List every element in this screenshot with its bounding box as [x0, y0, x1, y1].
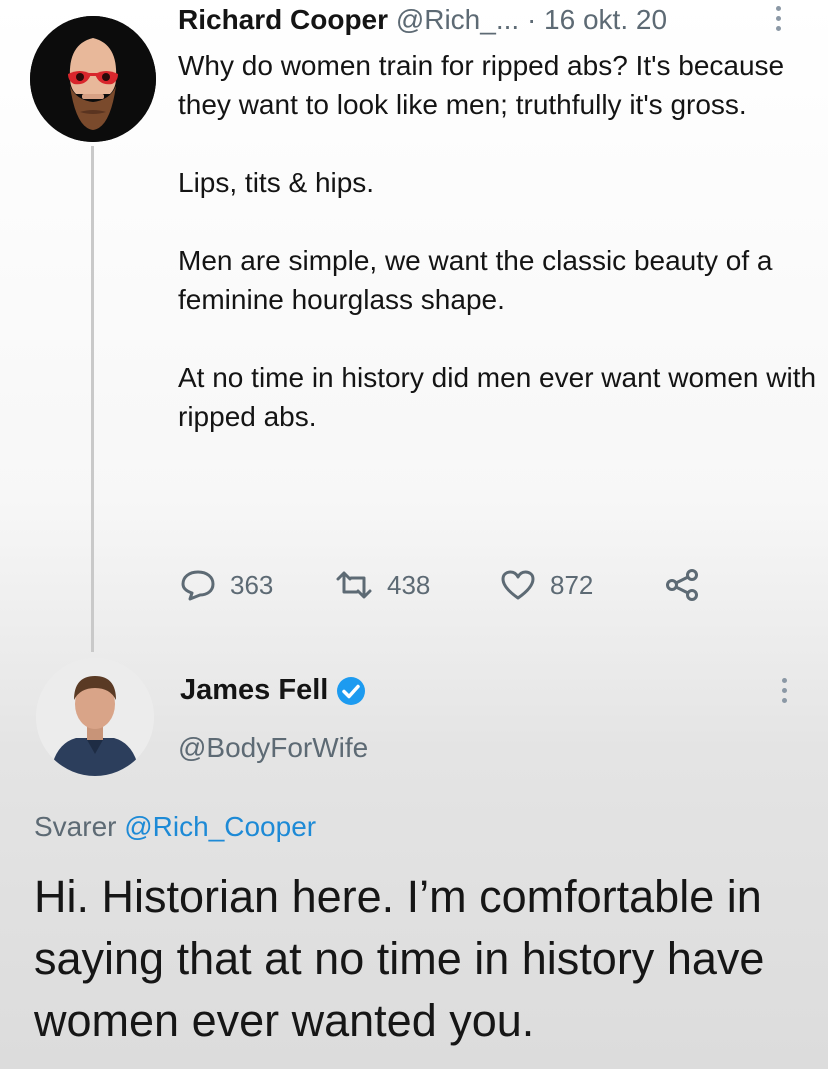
share-button[interactable] — [664, 565, 700, 605]
reply-author-handle[interactable]: @BodyForWife — [178, 732, 368, 764]
avatar-illustration — [30, 16, 156, 142]
more-icon[interactable] — [779, 678, 789, 708]
share-icon — [666, 569, 698, 601]
reply-count: 363 — [230, 569, 274, 600]
replying-to: Svarer @Rich_Cooper — [34, 811, 316, 843]
tweet-date[interactable]: · 16 okt. 20 — [527, 4, 667, 35]
tweet-paragraph: At no time in history did men ever want … — [178, 362, 817, 432]
tweet-paragraph: Men are simple, we want the classic beau… — [178, 245, 773, 315]
tweet-body: Why do women train for ripped abs? It's … — [178, 46, 818, 475]
tweet-paragraph: Lips, tits & hips. — [178, 167, 375, 198]
reply-author-name[interactable]: James Fell — [180, 674, 328, 707]
retweet-icon — [336, 571, 372, 599]
author-name[interactable]: Richard Cooper — [178, 4, 388, 35]
reply-button[interactable]: 363 — [180, 565, 273, 605]
thread-line — [91, 146, 94, 652]
replying-label: Svarer — [34, 811, 117, 842]
mention-link[interactable]: @Rich_Cooper — [124, 811, 316, 842]
verified-icon — [337, 676, 366, 705]
more-icon[interactable] — [773, 6, 783, 36]
reply-body: Hi. Historian here. I’m comfortable in s… — [34, 871, 765, 1046]
tweet-paragraph: Why do women train for ripped abs? It's … — [178, 50, 785, 120]
like-button[interactable]: 872 — [500, 565, 593, 605]
avatar-james-fell[interactable] — [36, 658, 154, 776]
avatar-photo — [36, 658, 154, 776]
avatar-richard-cooper[interactable] — [30, 16, 156, 142]
reply-author: James Fell — [180, 674, 366, 707]
like-count: 872 — [550, 569, 594, 600]
retweet-count: 438 — [387, 569, 431, 600]
reply-icon — [181, 570, 215, 601]
like-icon — [501, 570, 535, 600]
retweet-button[interactable]: 438 — [335, 565, 430, 605]
tweet-header: Richard Cooper @Rich_... · 16 okt. 20 — [178, 4, 667, 36]
author-handle[interactable]: @Rich_... — [396, 4, 519, 35]
